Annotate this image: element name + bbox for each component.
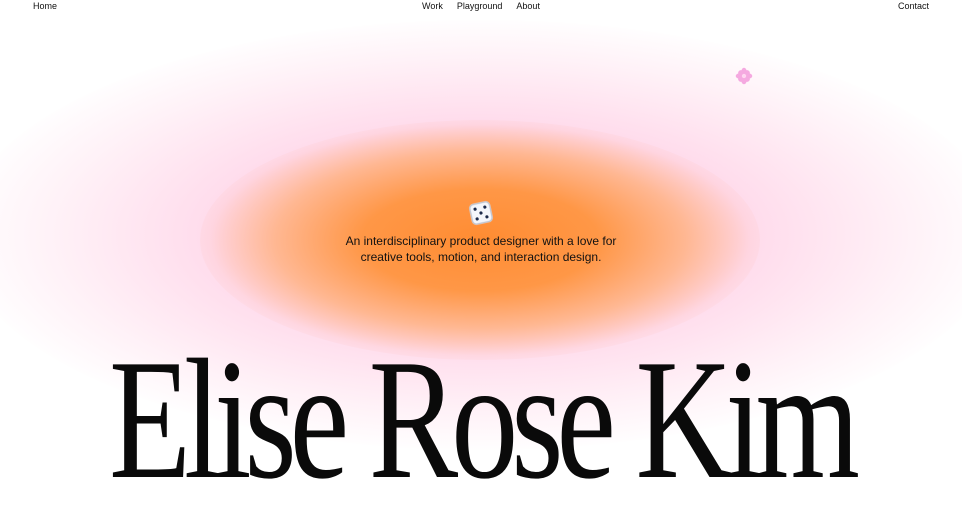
hero-tagline: An interdisciplinary product designer wi… [0, 234, 962, 265]
nav-work-link[interactable]: Work [422, 0, 443, 12]
nav-center-links: Work Playground About [0, 0, 962, 12]
tagline-line-1: An interdisciplinary product designer wi… [345, 234, 617, 248]
tagline-line-2: creative tools, motion, and interaction … [360, 249, 602, 264]
top-nav: Home Work Playground About Contact [0, 0, 962, 14]
nav-playground-link[interactable]: Playground [457, 0, 503, 12]
nav-contact-link[interactable]: Contact [898, 0, 929, 12]
hero-name-heading: Elise Rose Kim [109, 325, 860, 506]
flower-icon [735, 67, 753, 85]
nav-about-link[interactable]: About [516, 0, 540, 12]
dice-icon[interactable] [467, 199, 495, 227]
